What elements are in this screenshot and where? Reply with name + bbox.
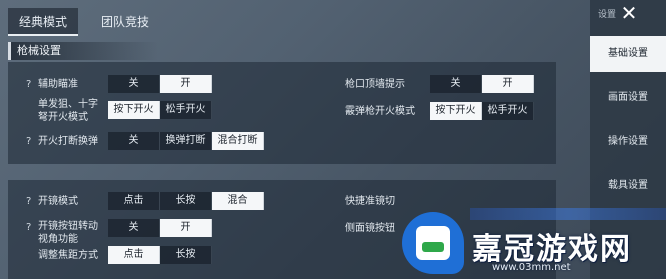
sidebar-item-vehicle-settings[interactable]: 载具设置 <box>590 168 666 204</box>
option-mixed-interrupt[interactable]: 混合打断 <box>212 132 264 150</box>
option-off[interactable]: 关 <box>108 75 160 93</box>
option-release-fire[interactable]: 松手开火 <box>160 101 212 119</box>
option-hold[interactable]: 长按 <box>160 246 212 264</box>
option-on[interactable]: 开 <box>160 219 212 237</box>
row-label-fire-interrupt-reload: 开火打断换弹 <box>38 136 98 147</box>
fire-interrupt-reload-toggle: 关 换弹打断 混合打断 <box>108 132 264 150</box>
shotgun-fire-mode-toggle: 按下开火 松手开火 <box>430 102 534 120</box>
row-label-muzzle-wall-hint: 枪口顶墙提示 <box>345 79 405 90</box>
watermark-band <box>470 208 666 220</box>
row-label-aim-assist: 辅助瞄准 <box>38 79 78 90</box>
option-hold[interactable]: 长按 <box>160 192 212 210</box>
row-label-zoom-adjust-method: 调整焦距方式 <box>38 250 98 261</box>
scope-button-rotate-view-toggle: 关 开 <box>108 219 212 237</box>
option-off[interactable]: 关 <box>108 219 160 237</box>
row-label-quick-scope-switch: 快捷准镜切 <box>345 196 395 207</box>
mode-tabs: 经典模式 团队竞技 <box>0 0 590 38</box>
sidebar-item-control-settings[interactable]: 操作设置 <box>590 124 666 160</box>
option-press-fire[interactable]: 按下开火 <box>108 101 160 119</box>
single-shot-fire-mode-toggle: 按下开火 松手开火 <box>108 101 212 119</box>
question-mark-icon[interactable]: ? <box>26 136 31 147</box>
sidebar-title: 设置 <box>598 10 617 20</box>
option-reload-interrupt[interactable]: 换弹打断 <box>160 132 212 150</box>
sidebar-item-basic-settings[interactable]: 基础设置 <box>590 36 666 72</box>
section-title: 枪械设置 <box>8 42 158 60</box>
row-label-scope-mode: 开镜模式 <box>38 196 78 207</box>
row-label-shotgun-fire-mode: 霰弹枪开火模式 <box>345 106 415 117</box>
aim-assist-toggle: 关 开 <box>108 75 212 93</box>
tab-classic[interactable]: 经典模式 <box>8 8 78 36</box>
row-label-side-scope-button: 侧面镜按钮 <box>345 223 395 234</box>
muzzle-wall-hint-toggle: 关 开 <box>430 75 534 93</box>
option-off[interactable]: 关 <box>430 75 482 93</box>
option-release-fire[interactable]: 松手开火 <box>482 102 534 120</box>
tab-team-battle[interactable]: 团队竞技 <box>90 8 160 36</box>
question-mark-icon[interactable]: ? <box>26 196 31 207</box>
option-off[interactable]: 关 <box>108 132 160 150</box>
option-mixed[interactable]: 混合 <box>212 192 264 210</box>
question-mark-icon[interactable]: ? <box>26 222 31 233</box>
option-tap[interactable]: 点击 <box>108 192 160 210</box>
option-on[interactable]: 开 <box>482 75 534 93</box>
close-icon[interactable]: ✕ <box>620 3 638 23</box>
zoom-adjust-method-toggle: 点击 长按 <box>108 246 212 264</box>
sidebar-item-graphics-settings[interactable]: 画面设置 <box>590 80 666 116</box>
option-on[interactable]: 开 <box>160 75 212 93</box>
scope-mode-toggle: 点击 长按 混合 <box>108 192 264 210</box>
question-mark-icon[interactable]: ? <box>26 79 31 90</box>
option-tap[interactable]: 点击 <box>108 246 160 264</box>
watermark-url: www.03mm.net <box>492 262 571 273</box>
row-label-single-shot-fire-mode: 单发狙、十字弩开火模式 <box>38 99 98 123</box>
site-logo-mark <box>422 242 444 252</box>
row-label-scope-button-rotate-view: 开镜按钮转动视角功能 <box>38 221 98 245</box>
option-press-fire[interactable]: 按下开火 <box>430 102 482 120</box>
